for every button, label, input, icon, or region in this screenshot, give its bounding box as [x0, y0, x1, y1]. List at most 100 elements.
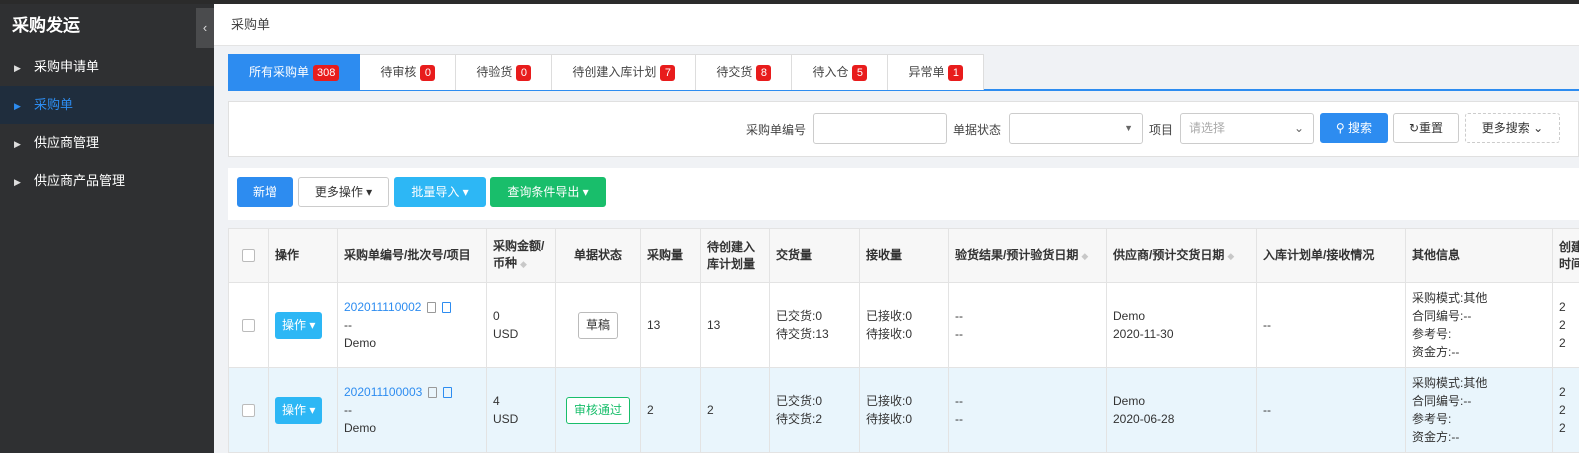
extra-cell: 2 2 2 — [1552, 367, 1579, 453]
header-inspection[interactable]: 验货结果/预计验货日期 ◆ — [948, 228, 1107, 283]
tab-pending-inbound-plan[interactable]: 待创建入库计划 7 — [552, 54, 697, 90]
currency-value: USD — [493, 412, 519, 426]
more-operations-button[interactable]: 更多操作 ▾ — [298, 177, 389, 207]
sidebar-item-supplier-management[interactable]: ▶ 供应商管理 — [0, 124, 214, 162]
count-badge: 7 — [660, 65, 676, 81]
extra-cell: 2 2 2 — [1552, 282, 1579, 368]
sidebar-item-label: 供应商产品管理 — [34, 173, 126, 188]
amount-value: 0 — [493, 309, 500, 323]
po-number-link[interactable]: 202011100003 — [344, 385, 422, 399]
ops-cell: 操作 ▾ — [268, 367, 338, 453]
tab-pending-warehouse[interactable]: 待入仓 5 — [792, 54, 889, 90]
sort-icon[interactable]: ◆ — [520, 259, 527, 269]
sidebar-item-supplier-products[interactable]: ▶ 供应商产品管理 — [0, 162, 214, 200]
select-all-checkbox[interactable] — [242, 249, 255, 263]
batch-import-button[interactable]: 批量导入 ▾ — [394, 177, 486, 207]
row-checkbox[interactable] — [242, 319, 255, 333]
tab-pending-review[interactable]: 待审核 0 — [360, 54, 457, 90]
sort-icon[interactable]: ◆ — [1227, 251, 1234, 261]
supplier-cell: Demo 2020-06-28 — [1106, 367, 1257, 453]
qty-cell: 13 — [640, 282, 701, 368]
new-button[interactable]: 新增 — [237, 177, 293, 207]
po-number-label: 采购单编号 — [746, 123, 807, 137]
extra-value: 2 — [1559, 336, 1566, 350]
status-tabs: 所有采购单 308 待审核 0 待验货 0 待创建入库计划 7 待交货 8 待入仓 5 异常… — [228, 54, 1579, 91]
more-search-button[interactable]: 更多搜索 ⌄ — [1465, 113, 1560, 143]
tab-exception[interactable]: 异常单 1 — [888, 54, 985, 90]
count-badge: 8 — [756, 65, 772, 81]
search-button[interactable]: ⚲ 搜索 — [1320, 113, 1388, 143]
amount-cell: 4 USD — [486, 367, 556, 453]
header-inspection-label: 验货结果/预计验货日期 — [955, 247, 1079, 262]
tab-pending-inspection[interactable]: 待验货 0 — [456, 54, 553, 90]
caret-down-icon: ▾ — [362, 185, 373, 199]
header-pending-plan: 待创建入库计划量 — [700, 228, 770, 283]
project-label: 项目 — [1149, 123, 1174, 137]
select-all-cell — [228, 228, 269, 283]
extra-value: 2 — [1559, 403, 1566, 417]
po-number-link[interactable]: 202011110002 — [344, 300, 421, 314]
tab-pending-delivery[interactable]: 待交货 8 — [696, 54, 793, 90]
reset-button-label: 重置 — [1419, 121, 1444, 135]
collapse-icon[interactable]: ‹ — [196, 8, 214, 48]
header-received: 接收量 — [859, 228, 949, 283]
tab-label: 待交货 — [716, 65, 753, 79]
delivery-date: 2020-06-28 — [1113, 412, 1175, 426]
to-receive-value: 待接收:0 — [866, 327, 913, 341]
refresh-icon: ↻ — [1408, 121, 1420, 135]
inspection-result: -- — [955, 394, 963, 408]
currency-value: USD — [493, 327, 519, 341]
document-icon[interactable] — [442, 302, 452, 314]
header-qty: 采购量 — [640, 228, 701, 283]
caret-down-icon: ▾ — [306, 402, 316, 417]
table-row[interactable]: 操作 ▾ 202011100003 -- Demo 4 USD 审核通过 2 2 … — [228, 367, 1579, 453]
po-number-input[interactable] — [813, 113, 947, 144]
header-amount-label: 采购金额/币种 — [493, 239, 545, 270]
supplier-cell: Demo 2020-11-30 — [1106, 282, 1257, 368]
status-cell: 审核通过 — [555, 367, 641, 453]
header-other: 其他信息 — [1405, 228, 1553, 283]
delivered-value: 已交货:0 — [776, 394, 823, 408]
count-badge: 1 — [948, 65, 964, 81]
extra-value: 2 — [1559, 318, 1566, 332]
project-name: Demo — [344, 421, 377, 435]
row-checkbox[interactable] — [242, 404, 255, 418]
table-row[interactable]: 操作 ▾ 202011110002 -- Demo 0 USD 草稿 13 13 … — [228, 282, 1579, 368]
caret-right-icon: ▶ — [14, 63, 21, 73]
header-delivery: 交货量 — [769, 228, 860, 283]
po-cell: 202011100003 -- Demo — [337, 367, 487, 453]
delivery-date: 2020-11-30 — [1113, 327, 1174, 341]
caret-down-icon: ▾ — [579, 185, 589, 199]
breadcrumb: 采购单 — [214, 4, 1579, 46]
sort-icon[interactable]: ◆ — [1081, 251, 1088, 261]
header-ops: 操作 — [268, 228, 338, 283]
status-label: 单据状态 — [953, 123, 1002, 137]
header-supplier[interactable]: 供应商/预计交货日期 ◆ — [1106, 228, 1257, 283]
delivery-cell: 已交货:0 待交货:2 — [769, 367, 860, 453]
sidebar-item-purchase-order[interactable]: ▶ 采购单 — [0, 86, 214, 124]
sidebar-item-purchase-request[interactable]: ▶ 采购申请单 — [0, 48, 214, 86]
tab-all[interactable]: 所有采购单 308 — [228, 54, 361, 90]
action-toolbar: 新增 更多操作 ▾ 批量导入 ▾ 查询条件导出 ▾ — [228, 168, 1579, 220]
document-icon[interactable] — [443, 387, 453, 399]
header-amount[interactable]: 采购金额/币种 ◆ — [486, 228, 556, 283]
row-operation-button[interactable]: 操作 ▾ — [275, 396, 323, 424]
caret-down-icon: ▾ — [459, 185, 469, 199]
tab-label: 待审核 — [380, 65, 417, 79]
copy-icon[interactable] — [428, 387, 438, 399]
sidebar-item-label: 采购申请单 — [34, 59, 100, 74]
project-select[interactable]: 请选择 ⌄ — [1180, 113, 1314, 144]
funder: 资金方:-- — [1412, 430, 1460, 444]
inspection-date: -- — [955, 412, 963, 426]
export-button[interactable]: 查询条件导出 ▾ — [490, 177, 606, 207]
row-operation-button[interactable]: 操作 ▾ — [275, 311, 323, 339]
contract-number: 合同编号:-- — [1412, 394, 1472, 408]
export-label: 查询条件导出 — [507, 185, 580, 199]
tab-label: 所有采购单 — [249, 65, 310, 79]
reset-button[interactable]: ↻重置 — [1393, 113, 1459, 143]
copy-icon[interactable] — [427, 302, 437, 314]
po-cell: 202011110002 -- Demo — [337, 282, 487, 368]
supplier-name: Demo — [1113, 309, 1146, 323]
reference-number: 参考号: — [1412, 327, 1452, 341]
status-select[interactable]: ▼ — [1009, 113, 1143, 144]
